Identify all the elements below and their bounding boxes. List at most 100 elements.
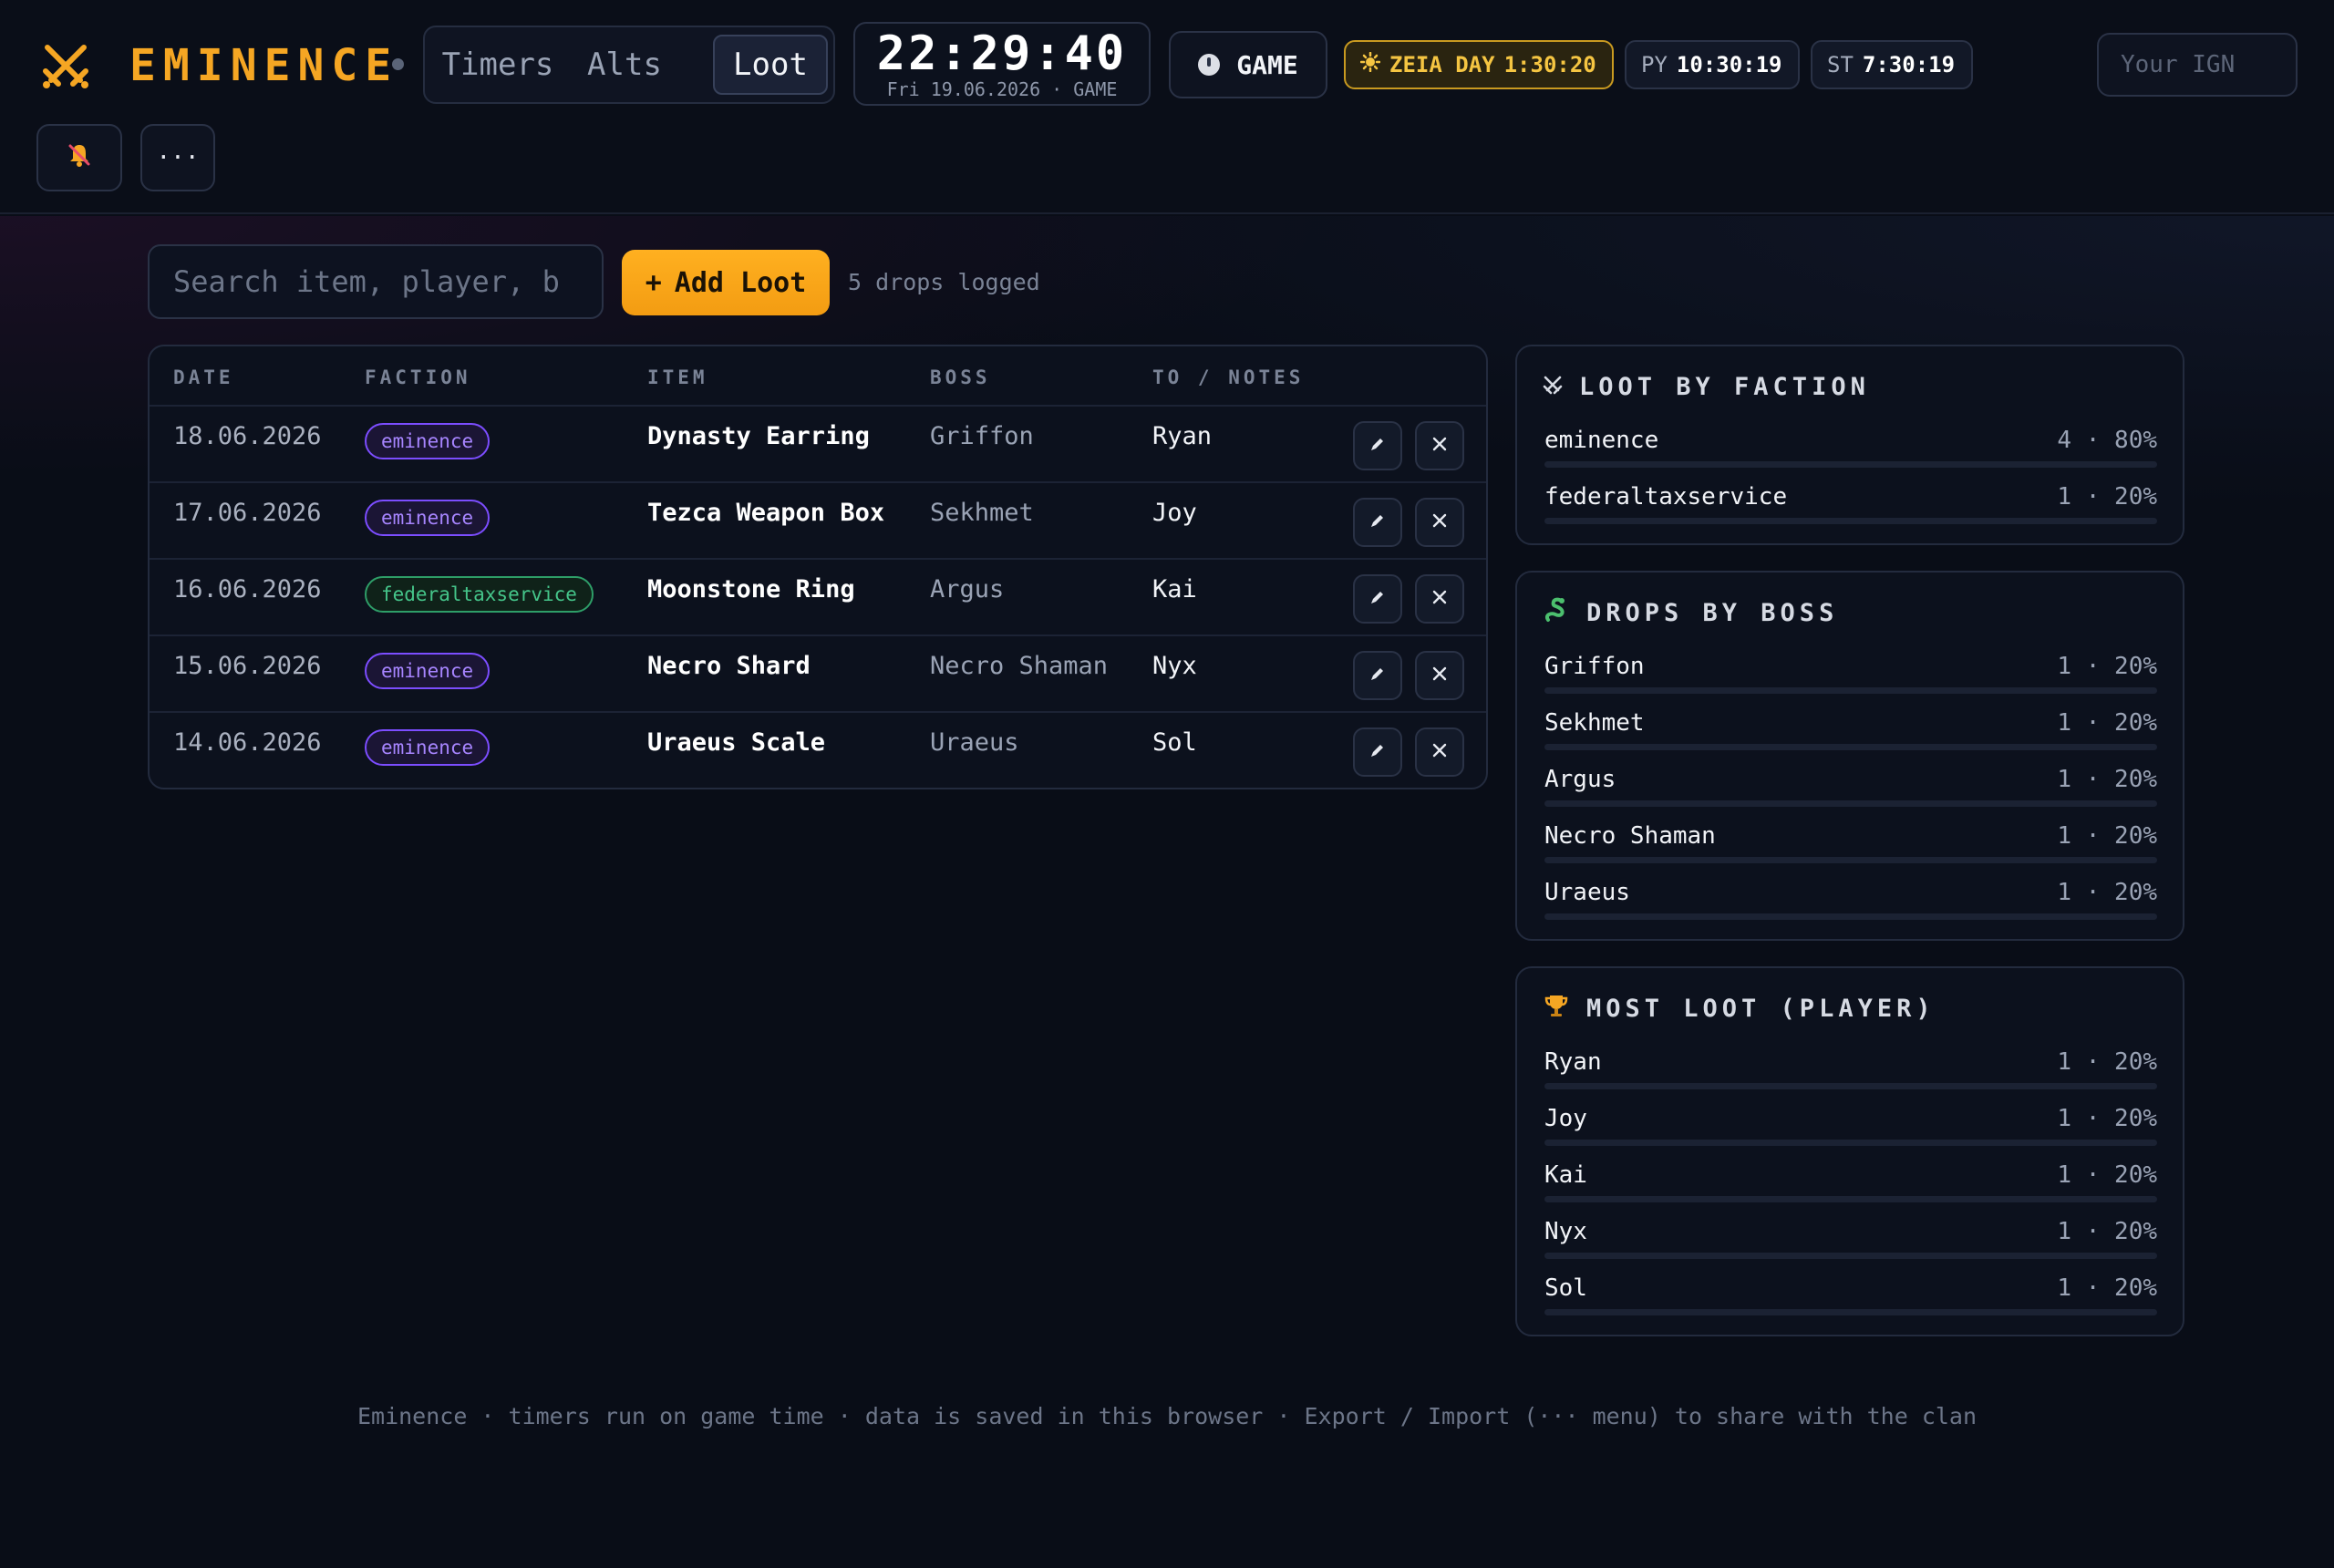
crossed-swords-icon (1543, 373, 1563, 401)
more-label: ··· (156, 144, 200, 171)
edit-button[interactable] (1353, 651, 1402, 700)
stat-name: Ryan (1544, 1048, 1602, 1076)
row-recipient: Sol (1152, 728, 1197, 757)
game-time-button[interactable]: GAME (1169, 31, 1327, 98)
header-item: ITEM (647, 366, 708, 388)
notifications-toggle-button[interactable] (36, 124, 122, 191)
delete-button[interactable] (1415, 651, 1464, 700)
stat-row: Sekhmet 1 · 20% (1544, 707, 2157, 764)
stat-bar (1544, 1253, 2157, 1259)
snake-icon (1543, 596, 1570, 630)
close-icon (1431, 589, 1448, 609)
py-label: PY (1641, 52, 1668, 77)
stat-row: Sol 1 · 20% (1544, 1273, 2157, 1329)
edit-button[interactable] (1353, 498, 1402, 547)
more-menu-button[interactable]: ··· (140, 124, 215, 191)
tab-loot[interactable]: Loot (713, 35, 828, 95)
stat-name: eminence (1544, 427, 1659, 454)
add-loot-label: Add Loot (674, 266, 807, 299)
drops-by-boss-panel: DROPS BY BOSS Griffon 1 · 20% Sekhmet 1 … (1515, 571, 2184, 941)
stat-value: 1 · 20% (2057, 1274, 2157, 1302)
edit-button[interactable] (1353, 421, 1402, 470)
tab-alts[interactable]: Alts (574, 35, 675, 95)
row-recipient: Nyx (1152, 652, 1197, 680)
row-recipient: Joy (1152, 499, 1197, 527)
panel-title: LOOT BY FACTION (1543, 368, 1870, 405)
app-title: EMINENCE (129, 40, 399, 91)
header-date: DATE (173, 366, 234, 388)
edit-button[interactable] (1353, 727, 1402, 777)
stat-row: federaltaxservice 1 · 20% (1544, 481, 2157, 538)
stat-bar (1544, 1083, 2157, 1089)
stat-name: Griffon (1544, 653, 1645, 680)
add-loot-button[interactable]: + Add Loot (622, 250, 830, 315)
stat-value: 4 · 80% (2057, 427, 2157, 454)
zeia-day-badge: ZEIA DAY 1:30:20 (1344, 40, 1614, 89)
delete-button[interactable] (1415, 498, 1464, 547)
stat-row: Uraeus 1 · 20% (1544, 877, 2157, 934)
table-row: 16.06.2026 federaltaxservice Moonstone R… (150, 560, 1486, 636)
stat-row: Necro Shaman 1 · 20% (1544, 820, 2157, 877)
close-icon (1431, 436, 1448, 456)
clock-time: 22:29:40 (876, 26, 1128, 81)
close-icon (1431, 512, 1448, 532)
most-loot-player-panel: MOST LOOT (PLAYER) Ryan 1 · 20% Joy 1 · … (1515, 966, 2184, 1336)
stat-name: Joy (1544, 1105, 1587, 1132)
delete-button[interactable] (1415, 421, 1464, 470)
nav-tabs: Timers Alts Loot (423, 26, 835, 104)
loot-by-faction-panel: LOOT BY FACTION eminence 4 · 80% federal… (1515, 345, 2184, 545)
header-to-notes: TO / NOTES (1152, 366, 1305, 388)
sun-icon (1359, 51, 1381, 77)
drops-count: 5 drops logged (848, 269, 1040, 295)
stat-name: Sekhmet (1544, 709, 1645, 737)
header-faction: FACTION (365, 366, 471, 388)
row-item: Dynasty Earring (647, 422, 870, 450)
stat-name: Sol (1544, 1274, 1587, 1302)
bell-off-icon (66, 141, 93, 175)
stat-value: 1 · 20% (2057, 483, 2157, 511)
panel-title: DROPS BY BOSS (1543, 594, 1838, 631)
panel-title-text: LOOT BY FACTION (1579, 372, 1870, 401)
stat-value: 1 · 20% (2057, 1105, 2157, 1132)
stat-name: Uraeus (1544, 879, 1630, 906)
table-row: 15.06.2026 eminence Necro Shard Necro Sh… (150, 636, 1486, 713)
stat-row: Nyx 1 · 20% (1544, 1216, 2157, 1273)
faction-badge: eminence (365, 653, 491, 689)
panel-title: MOST LOOT (PLAYER) (1543, 990, 1936, 1026)
row-date: 16.06.2026 (173, 575, 322, 603)
ign-input[interactable] (2097, 33, 2298, 97)
row-item: Moonstone Ring (647, 575, 855, 603)
top-bar (0, 0, 2334, 214)
tab-timers[interactable]: Timers (439, 35, 556, 95)
pencil-icon (1368, 588, 1387, 610)
row-boss: Uraeus (930, 728, 1019, 757)
loot-search-input[interactable] (148, 244, 604, 319)
crossed-swords-icon (36, 36, 95, 95)
stat-row: Griffon 1 · 20% (1544, 651, 2157, 707)
table-row: 18.06.2026 eminence Dynasty Earring Grif… (150, 407, 1486, 483)
stat-bar (1544, 1309, 2157, 1315)
zeia-day-value: 1:30:20 (1503, 52, 1596, 77)
stat-bar (1544, 461, 2157, 468)
stat-row: eminence 4 · 80% (1544, 425, 2157, 481)
stat-value: 1 · 20% (2057, 879, 2157, 906)
stat-value: 1 · 20% (2057, 1048, 2157, 1076)
panel-title-text: MOST LOOT (PLAYER) (1586, 994, 1936, 1023)
faction-badge: eminence (365, 500, 491, 536)
delete-button[interactable] (1415, 574, 1464, 624)
stat-value: 1 · 20% (2057, 822, 2157, 850)
delete-button[interactable] (1415, 727, 1464, 777)
clock-date: Fri 19.06.2026 · GAME (886, 78, 1118, 100)
st-label: ST (1827, 52, 1854, 77)
edit-button[interactable] (1353, 574, 1402, 624)
row-boss: Necro Shaman (930, 652, 1109, 680)
game-clock: 22:29:40 Fri 19.06.2026 · GAME (853, 22, 1151, 106)
pencil-icon (1368, 741, 1387, 763)
plus-icon: + (645, 266, 662, 299)
row-item: Uraeus Scale (647, 728, 826, 757)
st-timer-badge: ST 7:30:19 (1811, 40, 1973, 89)
stat-bar (1544, 687, 2157, 694)
stat-bar (1544, 1196, 2157, 1202)
stat-bar (1544, 744, 2157, 750)
brand-separator-dot (392, 58, 404, 70)
